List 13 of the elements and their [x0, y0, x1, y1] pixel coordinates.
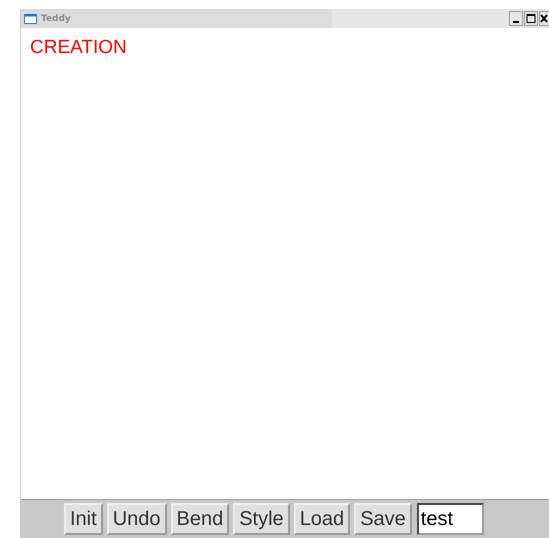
window-title: Teddy — [41, 14, 72, 24]
mode-label: CREATION — [30, 37, 127, 59]
filename-field[interactable]: test — [416, 503, 484, 535]
close-icon[interactable] — [539, 11, 549, 26]
window-icon — [24, 14, 37, 24]
toolbar-button[interactable]: Save — [354, 503, 412, 535]
toolbar-button[interactable]: Load — [294, 503, 350, 535]
toolbar-button[interactable]: Bend — [170, 503, 230, 535]
maximize-icon[interactable] — [524, 11, 538, 26]
toolbar-button[interactable]: Init — [64, 503, 103, 535]
toolbar-button[interactable]: Style — [233, 503, 290, 535]
toolbar-button[interactable]: Undo — [106, 503, 166, 535]
minimize-icon[interactable] — [509, 11, 523, 26]
